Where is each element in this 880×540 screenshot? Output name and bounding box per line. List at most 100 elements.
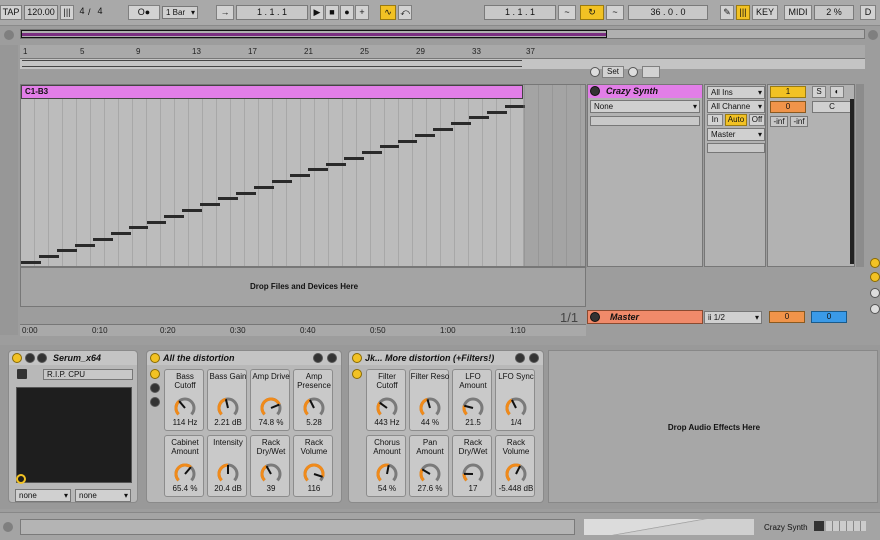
device-fold-icon[interactable]	[25, 353, 35, 363]
macro-knob-3[interactable]: Amp Drive 74.8 %	[250, 369, 290, 431]
knob-icon[interactable]	[173, 396, 197, 420]
rack-more-distortion[interactable]: Jk... More distortion (+Filters!) Filter…	[348, 350, 544, 503]
next-locator-icon[interactable]	[628, 67, 638, 77]
automation-arm-icon[interactable]: ∿	[380, 5, 396, 20]
output-channel-field[interactable]	[707, 143, 765, 153]
reenable-automation-icon[interactable]: ⤺	[398, 5, 412, 20]
volume-field[interactable]: 0	[770, 101, 806, 113]
rack1-macro-view-icon[interactable]	[150, 369, 160, 379]
show-io-icon[interactable]	[870, 258, 880, 268]
knob-icon[interactable]	[461, 396, 485, 420]
track-name[interactable]: Crazy Synth	[606, 86, 658, 96]
arrangement-position[interactable]: 1 . 1 . 1	[236, 5, 308, 20]
device-on-icon[interactable]	[12, 353, 22, 363]
knob-icon[interactable]	[504, 462, 528, 486]
macro-knob-2[interactable]: Bass Gain 2.21 dB	[207, 369, 247, 431]
monitor-auto-button[interactable]: Auto	[725, 114, 747, 126]
play-icon[interactable]: ▶	[310, 5, 324, 20]
loop-length-field[interactable]: 36 . 0 . 0	[628, 5, 708, 20]
macro-knob-1[interactable]: Bass Cutoff 114 Hz	[164, 369, 204, 431]
xy-pad[interactable]	[16, 387, 132, 484]
macro-knob-5[interactable]: Cabinet Amount 65.4 %	[164, 435, 204, 497]
macro-select-b[interactable]: none	[75, 489, 131, 502]
record-icon[interactable]: ●	[340, 5, 354, 20]
input-type-select[interactable]: All Ins	[707, 86, 765, 99]
midi-note[interactable]	[325, 162, 346, 166]
midi-note[interactable]	[21, 261, 41, 264]
macro-knob-4[interactable]: LFO Sync 1/4	[495, 369, 535, 431]
metronome-button[interactable]: O●	[128, 5, 160, 20]
macro-select-a[interactable]: none	[15, 489, 71, 502]
midi-note[interactable]	[92, 237, 113, 241]
chain-select[interactable]: None	[590, 100, 700, 113]
master-output-select[interactable]: ii 1/2	[704, 311, 762, 324]
macro-knob-6[interactable]: Intensity 20.4 dB	[207, 435, 247, 497]
rack1-device-view-icon[interactable]	[150, 397, 160, 407]
status-left-arrow-icon[interactable]	[3, 522, 13, 532]
track-title-bar[interactable]: Crazy Synth	[588, 85, 702, 98]
overview-right-arrow-icon[interactable]	[868, 30, 878, 40]
knob-icon[interactable]	[216, 396, 240, 420]
macro-knob-5[interactable]: Chorus Amount 54 %	[366, 435, 406, 497]
show-mixer-icon[interactable]	[870, 304, 880, 314]
meter-numerator[interactable]: 4	[76, 5, 88, 20]
macro-knob-6[interactable]: Pan Amount 27.6 %	[409, 435, 449, 497]
show-returns-icon[interactable]	[870, 288, 880, 298]
plugin-edit-icon[interactable]	[17, 369, 27, 379]
add-icon[interactable]: +	[355, 5, 369, 20]
knob-icon[interactable]	[375, 462, 399, 486]
midi-note[interactable]	[397, 139, 418, 143]
drop-audio-effects-area[interactable]: Drop Audio Effects Here	[548, 350, 878, 503]
knob-icon[interactable]	[461, 462, 485, 486]
knob-icon[interactable]	[504, 396, 528, 420]
macro-knob-8[interactable]: Rack Volume 116	[293, 435, 333, 497]
master-pan-field[interactable]: 0	[811, 311, 847, 323]
midi-note[interactable]	[379, 145, 400, 149]
midi-note[interactable]	[200, 203, 221, 207]
macro-knob-1[interactable]: Filter Cutoff 443 Hz	[366, 369, 406, 431]
midi-note[interactable]	[469, 116, 490, 120]
rack2-on-icon[interactable]	[352, 353, 362, 363]
knob-icon[interactable]	[302, 396, 326, 420]
midi-note[interactable]	[307, 168, 328, 172]
nudge-icon[interactable]: |||	[60, 5, 74, 20]
midi-note[interactable]	[433, 127, 454, 131]
output-select[interactable]: Master	[707, 128, 765, 141]
midi-note[interactable]	[487, 110, 508, 114]
xy-pad-handle[interactable]	[16, 474, 26, 484]
serum-device[interactable]: Serum_x64 R.I.P. CPU none none	[8, 350, 138, 503]
quantize-select[interactable]: 1 Bar	[162, 6, 198, 19]
loop-brace-lane[interactable]	[20, 59, 865, 69]
midi-note[interactable]	[128, 226, 149, 230]
rack-all-the-distortion[interactable]: All the distortion Bass Cutoff 114 Hz Bass…	[146, 350, 342, 503]
loop-switch-icon[interactable]: ↻	[580, 5, 604, 20]
punch-out-icon[interactable]: ~	[606, 5, 624, 20]
knob-icon[interactable]	[418, 396, 442, 420]
midi-clip-header[interactable]: C1-B3	[21, 85, 523, 99]
stop-icon[interactable]: ■	[325, 5, 339, 20]
master-track-header[interactable]: Master	[587, 310, 703, 324]
midi-note[interactable]	[289, 174, 310, 178]
midi-note[interactable]	[415, 133, 436, 137]
pan-field[interactable]: C	[812, 101, 852, 113]
input-channel-select[interactable]: All Channe	[707, 100, 765, 113]
beat-ruler[interactable]: 1 5 9 13 17 21 25 29 33 37	[20, 45, 865, 59]
track-icon[interactable]	[814, 521, 824, 531]
tempo-field[interactable]: 120.00	[24, 5, 58, 20]
punch-in-icon[interactable]: ~	[558, 5, 576, 20]
arm-icon[interactable]: ◐	[830, 86, 844, 98]
midi-note[interactable]	[164, 214, 185, 218]
master-volume-field[interactable]: 0	[769, 311, 805, 323]
overview-left-arrow-icon[interactable]	[4, 30, 14, 40]
macro-knob-2[interactable]: Filter Reso 44 %	[409, 369, 449, 431]
macro-knob-3[interactable]: LFO Amount 21.5	[452, 369, 492, 431]
midi-note[interactable]	[182, 208, 203, 212]
fold-icon[interactable]	[590, 86, 600, 96]
scrollbar[interactable]	[856, 84, 864, 267]
master-fold-icon[interactable]	[590, 312, 600, 322]
midi-note[interactable]	[361, 151, 382, 155]
midi-note[interactable]	[110, 232, 131, 236]
macro-knob-7[interactable]: Rack Dry/Wet 17	[452, 435, 492, 497]
loop-start-field[interactable]: 1 . 1 . 1	[484, 5, 556, 20]
master-name[interactable]: Master	[610, 312, 639, 322]
